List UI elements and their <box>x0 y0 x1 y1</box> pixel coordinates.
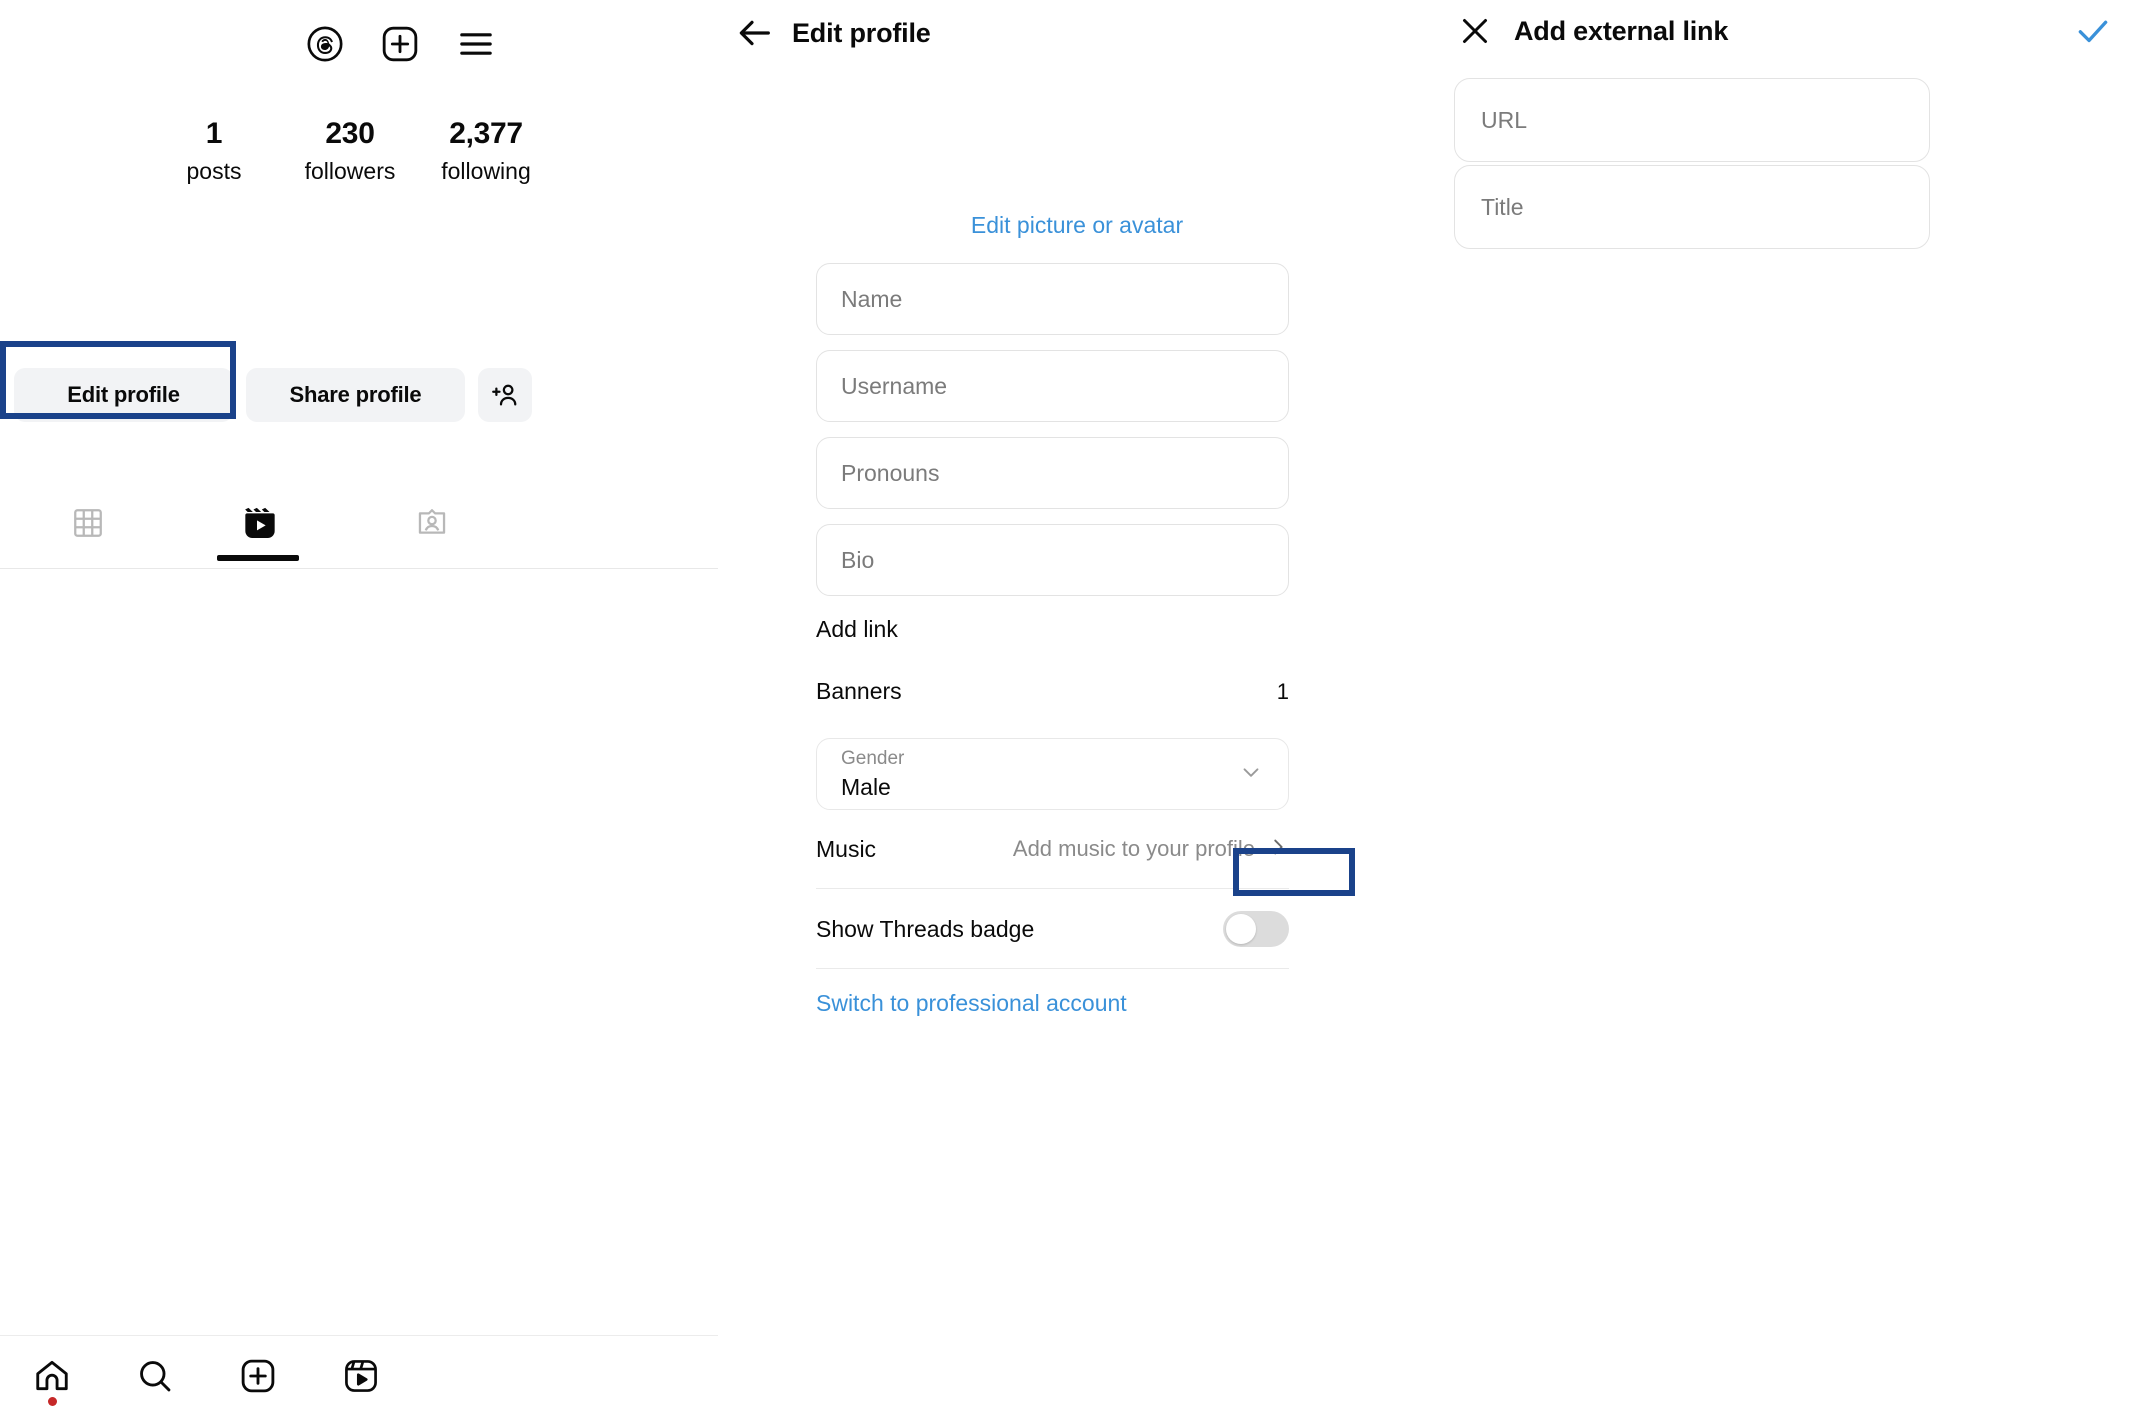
stat-following[interactable]: 2,377 following <box>427 118 545 184</box>
profile-action-buttons: Edit profile Share profile <box>14 368 704 422</box>
tabs-divider <box>0 568 718 569</box>
gender-value: Male <box>841 773 891 800</box>
name-field[interactable]: Name <box>816 263 1289 335</box>
url-field[interactable]: URL <box>1454 78 1930 162</box>
close-x-icon[interactable] <box>1436 0 1514 62</box>
new-post-plus-square-icon[interactable] <box>380 24 420 64</box>
stat-following-value: 2,377 <box>449 117 523 150</box>
page-title: Edit profile <box>792 17 931 48</box>
home-notification-dot <box>47 1397 57 1406</box>
reels-icon <box>240 503 280 548</box>
stat-posts-value: 1 <box>205 117 223 150</box>
share-profile-button[interactable]: Share profile <box>246 368 465 422</box>
music-label: Music <box>816 835 877 862</box>
grid-icon <box>71 506 105 545</box>
tab-reels[interactable] <box>174 490 346 560</box>
tab-tagged[interactable] <box>346 490 518 560</box>
home-icon <box>33 1357 71 1400</box>
bottom-navigation-bar <box>0 1336 718 1420</box>
threads-icon[interactable] <box>306 25 344 63</box>
edit-profile-button[interactable]: Edit profile <box>14 368 233 422</box>
stat-posts[interactable]: 1 posts <box>155 118 273 184</box>
divider-after-threads-badge <box>816 968 1289 969</box>
show-threads-badge-row: Show Threads badge <box>816 898 1289 960</box>
show-threads-badge-toggle[interactable] <box>1223 911 1289 947</box>
nav-create[interactable] <box>206 1336 309 1420</box>
divider-after-music <box>816 888 1289 889</box>
add-link-topbar: Add external link <box>1436 0 2156 62</box>
stat-followers-value: 230 <box>325 117 375 150</box>
nav-search[interactable] <box>103 1336 206 1420</box>
profile-topbar <box>0 0 718 88</box>
hamburger-menu-icon[interactable] <box>456 24 496 64</box>
music-value: Add music to your profile <box>1012 836 1255 861</box>
back-arrow-icon[interactable] <box>718 0 792 66</box>
add-link-title: Add external link <box>1514 15 1729 46</box>
edit-picture-or-avatar-link[interactable]: Edit picture or avatar <box>718 212 1436 239</box>
stat-following-label: following <box>441 157 531 184</box>
screenshot-root: 1 posts 230 followers 2,377 following Ed… <box>0 0 2156 1420</box>
edit-profile-topbar: Edit profile <box>718 0 1436 66</box>
chevron-right-icon <box>1267 836 1289 863</box>
link-title-field[interactable]: Title <box>1454 165 1930 249</box>
nav-reels[interactable] <box>309 1336 412 1420</box>
edit-profile-panel: Edit profile Edit picture or avatar Name… <box>718 0 1436 1420</box>
profile-stats: 1 posts 230 followers 2,377 following <box>155 118 545 184</box>
profile-tabs <box>0 490 718 560</box>
stat-posts-label: posts <box>186 157 242 184</box>
banners-row[interactable]: Banners 1 <box>816 678 1289 705</box>
instagram-profile-panel: 1 posts 230 followers 2,377 following Ed… <box>0 0 718 1420</box>
tab-grid[interactable] <box>2 490 174 560</box>
bio-field[interactable]: Bio <box>816 524 1289 596</box>
pronouns-field[interactable]: Pronouns <box>816 437 1289 509</box>
stat-followers-label: followers <box>304 157 396 184</box>
banners-label: Banners <box>816 678 902 704</box>
plus-square-icon <box>239 1357 277 1400</box>
music-row[interactable]: Music Add music to your profile <box>816 818 1289 880</box>
reels-icon <box>342 1357 380 1400</box>
search-icon <box>136 1357 174 1400</box>
show-threads-badge-label: Show Threads badge <box>816 915 1035 942</box>
switch-to-professional-account-link[interactable]: Switch to professional account <box>816 990 1127 1017</box>
active-tab-underline <box>217 555 299 561</box>
checkmark-icon[interactable] <box>2060 0 2126 62</box>
banners-count: 1 <box>1276 678 1289 704</box>
nav-home[interactable] <box>0 1336 103 1420</box>
add-link-button[interactable]: Add link <box>816 616 898 643</box>
add-external-link-panel: Add external link URL Title <box>1436 0 2156 1420</box>
chevron-down-icon <box>1238 759 1264 790</box>
tagged-person-icon <box>415 506 449 545</box>
add-person-icon[interactable] <box>478 368 532 422</box>
username-field[interactable]: Username <box>816 350 1289 422</box>
stat-followers[interactable]: 230 followers <box>291 118 409 184</box>
gender-select[interactable]: Gender Male <box>816 738 1289 810</box>
gender-label: Gender <box>841 747 905 769</box>
toggle-knob <box>1226 914 1256 944</box>
